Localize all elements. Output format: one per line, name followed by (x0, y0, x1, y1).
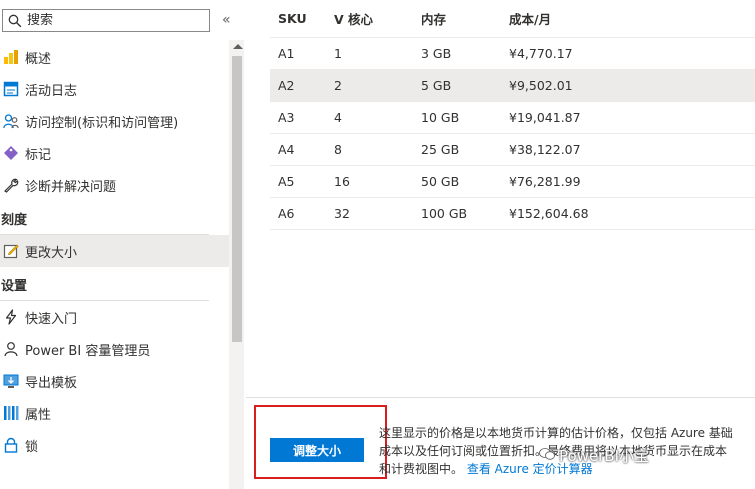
cell-sku: A2 (278, 78, 295, 93)
cell-vcores: 1 (334, 46, 342, 61)
sidebar: « 概述 活动日志 访问控制(标识和访问管理) 标记 (0, 0, 246, 489)
cell-cost: ¥9,502.01 (509, 78, 573, 93)
sidebar-scroll-thumb[interactable] (232, 56, 242, 342)
action-bar: 调整大小 这里显示的价格是以本地货币计算的估计价格，仅包括 Azure 基础 成… (246, 397, 755, 489)
sidebar-item-label: 锁 (25, 439, 39, 455)
cell-cost: ¥152,604.68 (509, 206, 589, 221)
cell-memory: 10 GB (421, 110, 460, 125)
search-input[interactable] (27, 13, 197, 28)
column-header-vcores: V 核心 (334, 12, 374, 27)
table-row-a4[interactable]: A4 8 25 GB ¥38,122.07 (270, 134, 755, 166)
column-header-cost: 成本/月 (509, 12, 552, 27)
main-panel: SKU V 核心 内存 成本/月 A1 1 3 GB ¥4,770.17 A2 … (246, 0, 755, 489)
sidebar-item-label: 更改大小 (25, 245, 78, 261)
edit-resize-icon (2, 242, 20, 260)
lock-icon (2, 436, 20, 454)
activity-log-icon (2, 80, 20, 98)
pricing-note-line: 这里显示的价格是以本地货币计算的估计价格，仅包括 Azure 基础 (379, 426, 733, 440)
pricing-note-text: 和计费视图中。 (379, 462, 464, 476)
sidebar-item-properties[interactable]: 属性 (0, 397, 229, 429)
cell-vcores: 32 (334, 206, 350, 221)
lightning-icon (2, 308, 20, 326)
cell-cost: ¥19,041.87 (509, 110, 581, 125)
cell-sku: A6 (278, 206, 295, 221)
search-box[interactable] (2, 9, 210, 32)
sidebar-nav: 概述 活动日志 访问控制(标识和访问管理) 标记 诊断并解决问题 刻度 更改大小… (0, 41, 229, 461)
sidebar-item-label: 访问控制(标识和访问管理) (25, 115, 179, 131)
cell-sku: A4 (278, 142, 295, 157)
scroll-up-arrow-icon[interactable] (233, 44, 243, 49)
table-row-a5[interactable]: A5 16 50 GB ¥76,281.99 (270, 166, 755, 198)
sidebar-item-label: 属性 (25, 407, 52, 423)
sidebar-item-label: 活动日志 (25, 83, 78, 99)
cell-cost: ¥76,281.99 (509, 174, 581, 189)
cell-memory: 5 GB (421, 78, 452, 93)
watermark: PowerBI小宝 (539, 445, 649, 466)
table-row-a6[interactable]: A6 32 100 GB ¥152,604.68 (270, 198, 755, 230)
cell-vcores: 4 (334, 110, 342, 125)
overview-chart-icon (2, 48, 20, 66)
cell-sku: A3 (278, 110, 295, 125)
export-template-icon (2, 372, 20, 390)
cell-sku: A1 (278, 46, 295, 61)
section-header-scale: 刻度 (0, 201, 209, 235)
search-icon (7, 13, 23, 29)
cell-memory: 100 GB (421, 206, 468, 221)
sidebar-item-label: 概述 (25, 51, 52, 67)
table-row-a2[interactable]: A2 2 5 GB ¥9,502.01 (270, 70, 755, 102)
sidebar-item-overview[interactable]: 概述 (0, 41, 229, 73)
sidebar-item-change-size[interactable]: 更改大小 (0, 235, 229, 267)
sidebar-item-activity-log[interactable]: 活动日志 (0, 73, 229, 105)
table-row-a1[interactable]: A1 1 3 GB ¥4,770.17 (270, 38, 755, 70)
collapse-sidebar-button[interactable]: « (222, 12, 231, 28)
sidebar-item-label: 导出模板 (25, 375, 78, 391)
sidebar-item-access-control[interactable]: 访问控制(标识和访问管理) (0, 105, 229, 137)
sku-table: SKU V 核心 内存 成本/月 A1 1 3 GB ¥4,770.17 A2 … (270, 0, 755, 230)
column-header-memory: 内存 (421, 12, 447, 27)
cell-cost: ¥4,770.17 (509, 46, 573, 61)
table-header-row: SKU V 核心 内存 成本/月 (270, 0, 755, 38)
sidebar-item-label: 标记 (25, 147, 52, 163)
cell-memory: 25 GB (421, 142, 460, 157)
sidebar-item-label: 诊断并解决问题 (25, 179, 117, 195)
sidebar-item-export-template[interactable]: 导出模板 (0, 365, 229, 397)
section-header-settings: 设置 (0, 267, 209, 301)
sidebar-item-label: 快速入门 (25, 311, 78, 327)
access-control-icon (2, 112, 20, 130)
cell-memory: 50 GB (421, 174, 460, 189)
sidebar-item-diagnose[interactable]: 诊断并解决问题 (0, 169, 229, 201)
sidebar-item-locks[interactable]: 锁 (0, 429, 229, 461)
sidebar-item-label: Power BI 容量管理员 (25, 343, 151, 359)
person-icon (2, 340, 20, 358)
sidebar-item-tags[interactable]: 标记 (0, 137, 229, 169)
cell-memory: 3 GB (421, 46, 452, 61)
cell-vcores: 16 (334, 174, 350, 189)
properties-icon (2, 404, 20, 422)
resize-button[interactable]: 调整大小 (270, 438, 364, 462)
watermark-text: PowerBI小宝 (559, 447, 650, 465)
column-header-sku: SKU (278, 11, 307, 26)
cell-vcores: 8 (334, 142, 342, 157)
wechat-icon (539, 447, 555, 465)
sidebar-item-capacity-admin[interactable]: Power BI 容量管理员 (0, 333, 229, 365)
cell-sku: A5 (278, 174, 295, 189)
sidebar-item-quickstart[interactable]: 快速入门 (0, 301, 229, 333)
wrench-icon (2, 176, 20, 194)
cell-cost: ¥38,122.07 (509, 142, 581, 157)
tag-icon (2, 144, 20, 162)
table-row-a3[interactable]: A3 4 10 GB ¥19,041.87 (270, 102, 755, 134)
cell-vcores: 2 (334, 78, 342, 93)
